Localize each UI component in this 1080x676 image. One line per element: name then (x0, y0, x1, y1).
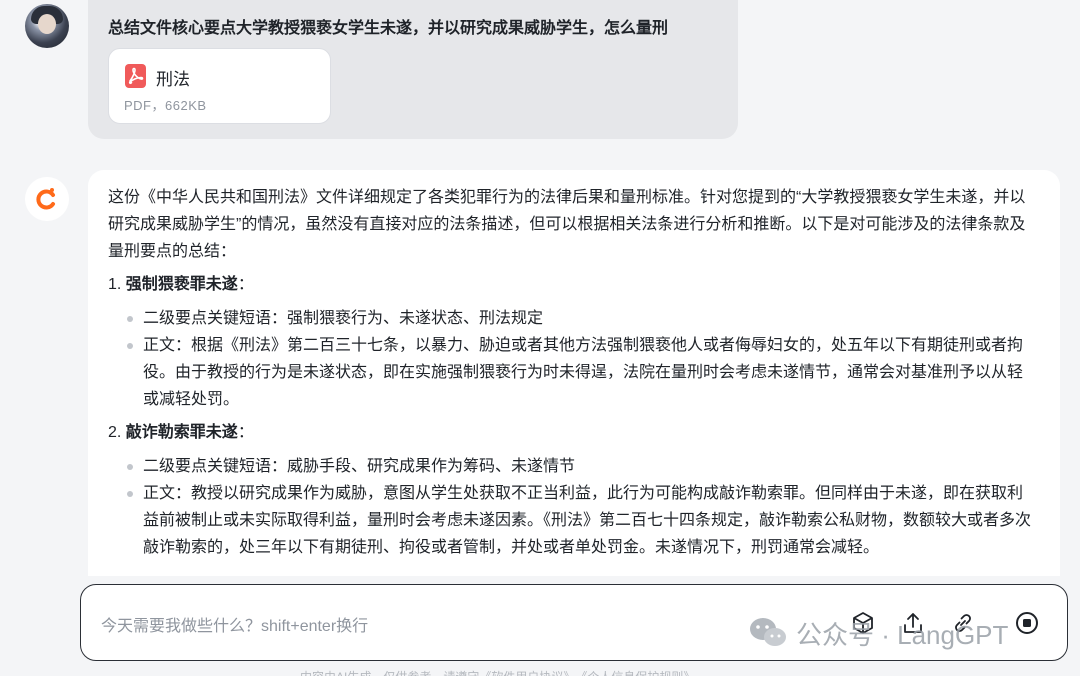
assistant-message-bubble: 这份《中华人民共和国刑法》文件详细规定了各类犯罪行为的法律后果和量刑标准。针对您… (88, 170, 1060, 576)
attachment-card[interactable]: 刑法 PDF，662KB (108, 48, 331, 124)
answer-intro: 这份《中华人民共和国刑法》文件详细规定了各类犯罪行为的法律后果和量刑标准。针对您… (108, 189, 1026, 260)
stop-icon[interactable] (1013, 609, 1041, 637)
list-item: 正文：教授以研究成果作为威胁，意图从学生处获取不正当利益，此行为可能构成敲诈勒索… (127, 480, 1038, 561)
section-heading: 2. 敲诈勒索罪未遂： (108, 424, 254, 441)
section-heading: 1. 强制猥亵罪未遂： (108, 276, 254, 293)
attachment-meta: PDF，662KB (124, 98, 207, 113)
section-bullets: 二级要点关键短语：威胁手段、研究成果作为筹码、未遂情节 正文：教授以研究成果作为… (108, 453, 1038, 561)
upload-icon[interactable] (899, 609, 927, 637)
user-message-bubble: 总结文件核心要点大学教授猥亵女学生未遂，并以研究成果威胁学生，怎么量刑 刑法 P… (88, 0, 738, 139)
chat-input-box[interactable]: 今天需要我做些什么？shift+enter换行 (80, 584, 1068, 661)
cube-icon[interactable] (849, 609, 877, 637)
list-item: 二级要点关键短语：威胁手段、研究成果作为筹码、未遂情节 (127, 453, 1038, 480)
pdf-icon (125, 64, 146, 88)
link-icon[interactable] (949, 609, 977, 637)
user-avatar (25, 4, 69, 48)
attachment-name: 刑法 (156, 70, 190, 89)
assistant-logo-icon (36, 188, 55, 210)
assistant-answer: 这份《中华人民共和国刑法》文件详细规定了各类犯罪行为的法律后果和量刑标准。针对您… (108, 184, 1038, 563)
assistant-avatar (25, 177, 69, 221)
footer-disclaimer: 内容由AI生成，仅供参考，请遵守《软件用户协议》、《个人信息保护规则》 (300, 668, 695, 676)
list-item: 二级要点关键短语：强制猥亵行为、未遂状态、刑法规定 (127, 305, 1038, 332)
chat-input-placeholder[interactable]: 今天需要我做些什么？shift+enter换行 (101, 612, 368, 636)
list-item: 正文：根据《刑法》第二百三十七条，以暴力、胁迫或者其他方法强制猥亵他人或者侮辱妇… (127, 332, 1038, 413)
user-question-text: 总结文件核心要点大学教授猥亵女学生未遂，并以研究成果威胁学生，怎么量刑 (108, 20, 669, 37)
section-bullets: 二级要点关键短语：强制猥亵行为、未遂状态、刑法规定 正文：根据《刑法》第二百三十… (108, 305, 1038, 413)
